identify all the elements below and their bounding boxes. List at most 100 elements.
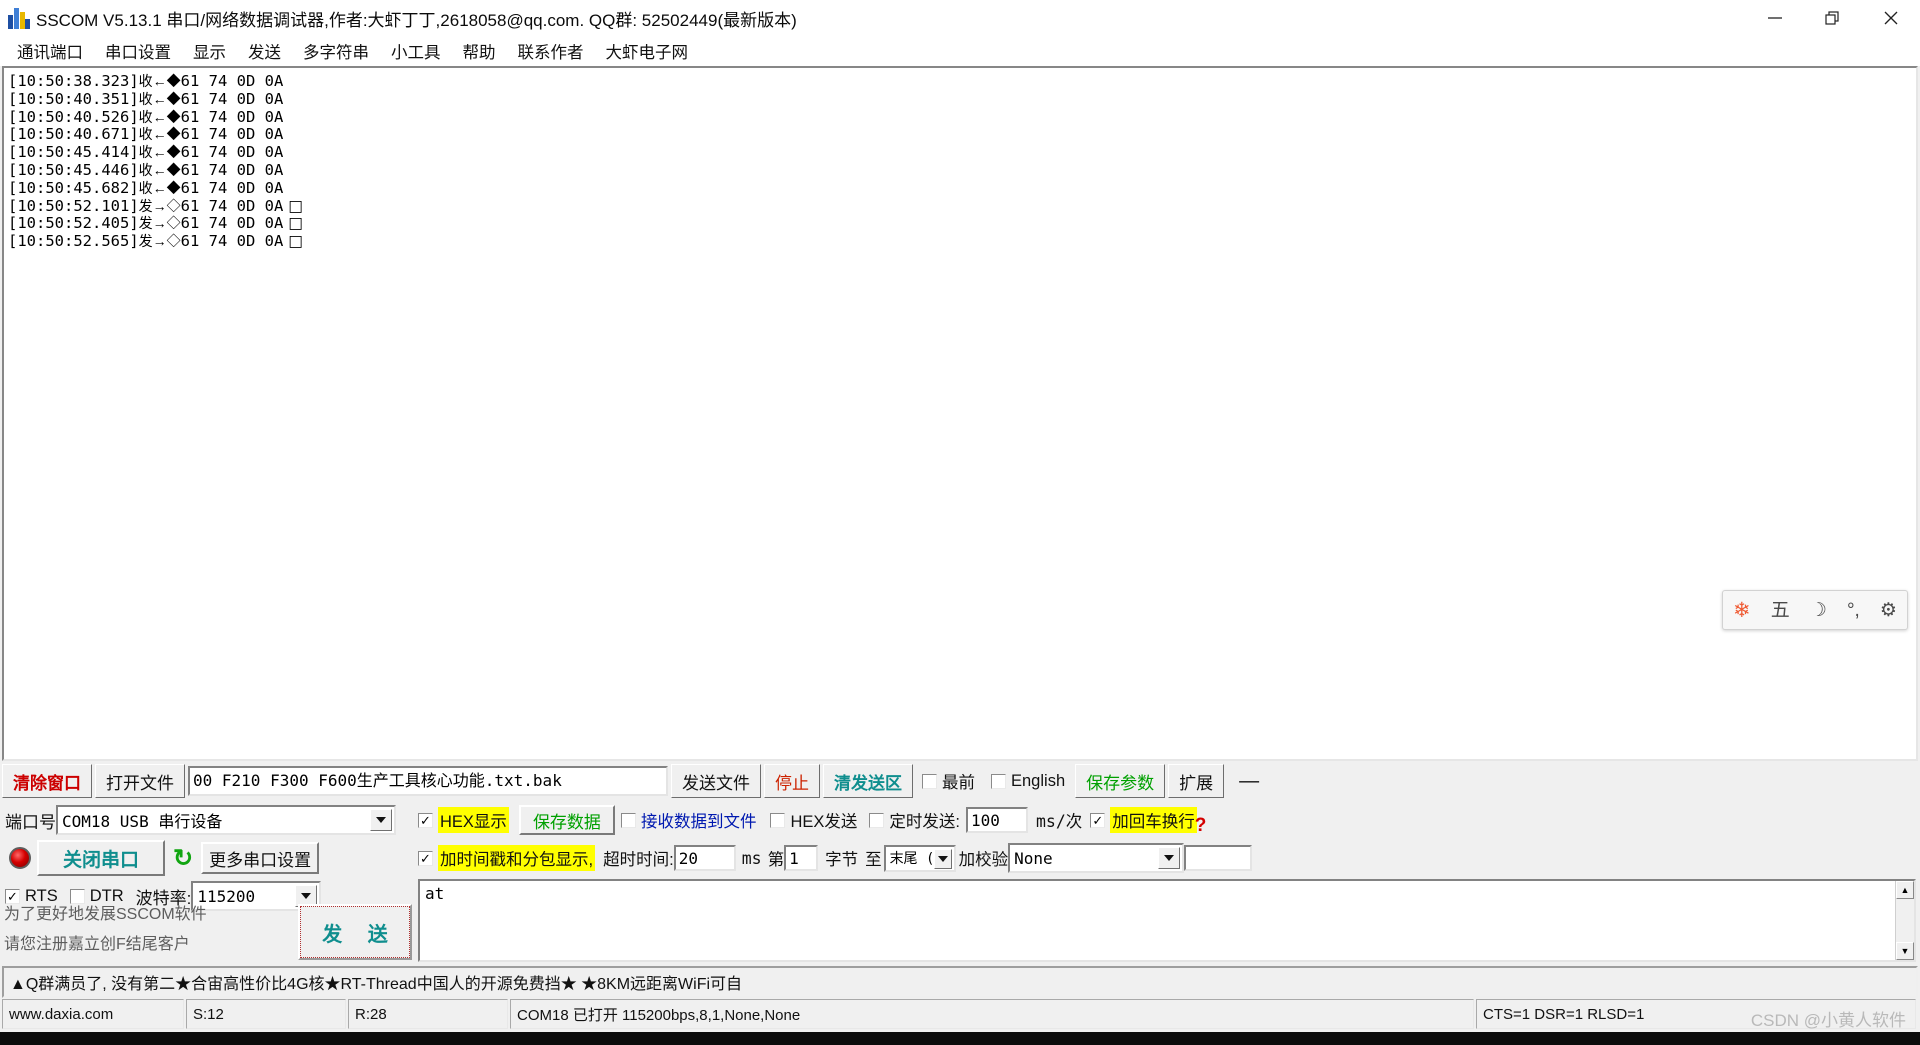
- watermark: CSDN @小黄人软件: [1750, 1011, 1906, 1030]
- log-timestamp: [10:50:52.101]: [8, 196, 139, 215]
- timeout-input[interactable]: 20: [673, 845, 736, 871]
- menu-item-tools[interactable]: 小工具: [380, 37, 452, 65]
- checksum-select[interactable]: None: [1008, 843, 1185, 873]
- ad-banner[interactable]: ▲Q群满员了, 没有第二★合宙高性价比4G核★RT-Thread中国人的开源免费…: [2, 966, 1918, 998]
- sscom-window: SSCOM V5.13.1 串口/网络数据调试器,作者:大虾丁丁,2618058…: [0, 0, 1920, 1045]
- menu-item-serial-settings[interactable]: 串口设置: [94, 37, 182, 65]
- send-text-input[interactable]: at: [420, 881, 1895, 960]
- log-trailing-box-icon: □: [283, 196, 303, 215]
- help-icon[interactable]: ?: [1195, 815, 1207, 837]
- log-data: 61 74 0D 0A: [180, 107, 284, 126]
- add-crlf-label: 加回车换行: [1110, 807, 1197, 833]
- checksum-label: 加校验: [958, 851, 1009, 869]
- status-website[interactable]: www.daxia.com: [2, 999, 184, 1029]
- log-line: [10:50:38.323]收←◆61 74 0D 0A: [8, 72, 1912, 91]
- more-serial-settings-button[interactable]: 更多串口设置: [201, 842, 320, 874]
- log-line: [10:50:52.101]发→◇61 74 0D 0A □: [8, 196, 1912, 216]
- save-params-button[interactable]: 保存参数: [1075, 764, 1166, 798]
- menu-item-daxia-website[interactable]: 大虾电子网: [595, 37, 700, 65]
- byte-range-select[interactable]: 末尾 (5: [883, 844, 956, 872]
- receive-log-text[interactable]: [10:50:38.323]收←◆61 74 0D 0A [10:50:40.35…: [4, 68, 1916, 251]
- timed-send-checkbox[interactable]: [869, 812, 885, 828]
- moon-icon[interactable]: ☽: [1810, 601, 1827, 620]
- menu-item-display[interactable]: 显示: [182, 37, 237, 65]
- port-control-row: 关闭串口 ↻ 更多串口设置: [2, 839, 414, 877]
- register-notice: 为了更好地发展SSCOM软件 请您注册嘉立创F结尾客户: [2, 900, 294, 962]
- chevron-down-icon[interactable]: [1158, 847, 1181, 869]
- scroll-down-icon[interactable]: ▼: [1896, 942, 1914, 960]
- log-data: 61 74 0D 0A: [180, 160, 284, 179]
- action-toolbar: 清除窗口 打开文件 00 F210 F300 F600生产工具核心功能.txt.…: [0, 761, 1920, 801]
- port-settings-column: 端口号 COM18 USB 串行设备 关闭串口 ↻ 更多串口设置 ✓ RTS D…: [2, 801, 414, 966]
- clear-send-area-button[interactable]: 清发送区: [823, 764, 913, 798]
- app-logo-icon: [8, 7, 30, 29]
- send-text-scrollbar[interactable]: ▲ ▼: [1895, 881, 1914, 960]
- menu-item-comm-port[interactable]: 通讯端口: [6, 37, 94, 65]
- topmost-checkbox-box[interactable]: [922, 773, 937, 789]
- menu-item-help[interactable]: 帮助: [452, 37, 507, 65]
- port-status-led-icon: [9, 847, 31, 869]
- collapse-icon[interactable]: —: [1227, 770, 1271, 793]
- log-timestamp: [10:50:52.565]: [8, 232, 139, 251]
- clear-window-button[interactable]: 清除窗口: [2, 764, 92, 798]
- ime-mode-icon[interactable]: 五: [1771, 601, 1790, 620]
- menu-item-send[interactable]: 发送: [237, 37, 292, 65]
- log-direction-marker: 发→◇: [138, 233, 181, 250]
- title-bar: SSCOM V5.13.1 串口/网络数据调试器,作者:大虾丁丁,2618058…: [0, 0, 1920, 36]
- log-line: [10:50:45.446]收←◆61 74 0D 0A: [8, 160, 1912, 180]
- log-data: 61 74 0D 0A: [180, 214, 284, 233]
- stop-button[interactable]: 停止: [764, 764, 820, 798]
- chevron-down-icon[interactable]: [370, 809, 392, 831]
- options-row-2: ✓ 加时间戳和分包显示, 超时时间: 20 ms 第 1 字节 至 末尾 (5 …: [418, 839, 1918, 877]
- log-line: [10:50:52.405]发→◇61 74 0D 0A □: [8, 214, 1912, 233]
- log-direction-marker: 发→◇: [138, 215, 181, 232]
- punctuation-icon[interactable]: °,: [1847, 601, 1860, 620]
- chevron-down-icon[interactable]: [933, 848, 952, 869]
- refresh-icon[interactable]: ↻: [173, 844, 193, 873]
- byte-index-input[interactable]: 1: [784, 845, 819, 871]
- send-text-panel[interactable]: at ▲ ▼: [418, 879, 1916, 962]
- port-label: 端口号: [5, 812, 56, 832]
- window-controls: [1746, 0, 1920, 36]
- minimize-icon[interactable]: [1746, 0, 1804, 36]
- english-checkbox[interactable]: English: [991, 772, 1065, 791]
- hex-display-checkbox[interactable]: ✓: [418, 812, 433, 828]
- add-crlf-checkbox[interactable]: ✓: [1090, 812, 1106, 828]
- log-timestamp: [10:50:40.351]: [8, 89, 139, 108]
- send-button-label: 发 送: [300, 906, 410, 958]
- timestamp-checkbox[interactable]: ✓: [418, 850, 433, 866]
- open-file-button[interactable]: 打开文件: [95, 764, 185, 798]
- close-icon[interactable]: [1862, 0, 1920, 36]
- receive-log-panel[interactable]: [10:50:38.323]收←◆61 74 0D 0A [10:50:40.35…: [2, 66, 1918, 761]
- timestamp-label: 加时间戳和分包显示,: [438, 845, 596, 871]
- send-button[interactable]: 发 送: [298, 904, 412, 960]
- file-path-field[interactable]: 00 F210 F300 F600生产工具核心功能.txt.bak: [188, 766, 668, 796]
- english-checkbox-box[interactable]: [991, 773, 1006, 789]
- log-data: 61 74 0D 0A: [180, 125, 284, 144]
- ime-toolbar[interactable]: ❄ 五 ☽ °, ⚙: [1722, 590, 1908, 630]
- restore-icon[interactable]: [1804, 0, 1862, 36]
- log-line: [10:50:40.671]收←◆61 74 0D 0A: [8, 125, 1912, 144]
- menu-item-multi-string[interactable]: 多字符串: [292, 37, 380, 65]
- port-select[interactable]: COM18 USB 串行设备: [56, 805, 396, 835]
- settings-panel: 端口号 COM18 USB 串行设备 关闭串口 ↻ 更多串口设置 ✓ RTS D…: [0, 801, 1920, 966]
- timed-send-label: 定时发送:: [889, 813, 960, 831]
- recv-to-file-checkbox[interactable]: [620, 812, 636, 828]
- baidu-paw-icon[interactable]: ❄: [1733, 600, 1751, 621]
- log-data: 61 74 0D 0A: [180, 89, 284, 108]
- hex-send-checkbox[interactable]: [770, 812, 786, 828]
- send-file-button[interactable]: 发送文件: [671, 764, 761, 798]
- save-data-button[interactable]: 保存数据: [518, 805, 615, 835]
- scroll-up-icon[interactable]: ▲: [1896, 881, 1914, 899]
- gear-icon[interactable]: ⚙: [1880, 601, 1897, 620]
- port-select-value: COM18 USB 串行设备: [62, 812, 223, 831]
- checksum-extra-input[interactable]: [1184, 845, 1253, 871]
- log-direction-marker: 收←◆: [138, 161, 181, 178]
- log-line: [10:50:45.682]收←◆61 74 0D 0A: [8, 179, 1912, 198]
- topmost-checkbox[interactable]: 最前: [922, 769, 975, 793]
- timed-send-interval-input[interactable]: 100: [965, 807, 1028, 833]
- menu-item-contact-author[interactable]: 联系作者: [507, 37, 595, 65]
- log-direction-marker: 收←◆: [138, 90, 181, 107]
- close-port-button[interactable]: 关闭串口: [37, 840, 165, 876]
- extend-button[interactable]: 扩展: [1168, 764, 1225, 798]
